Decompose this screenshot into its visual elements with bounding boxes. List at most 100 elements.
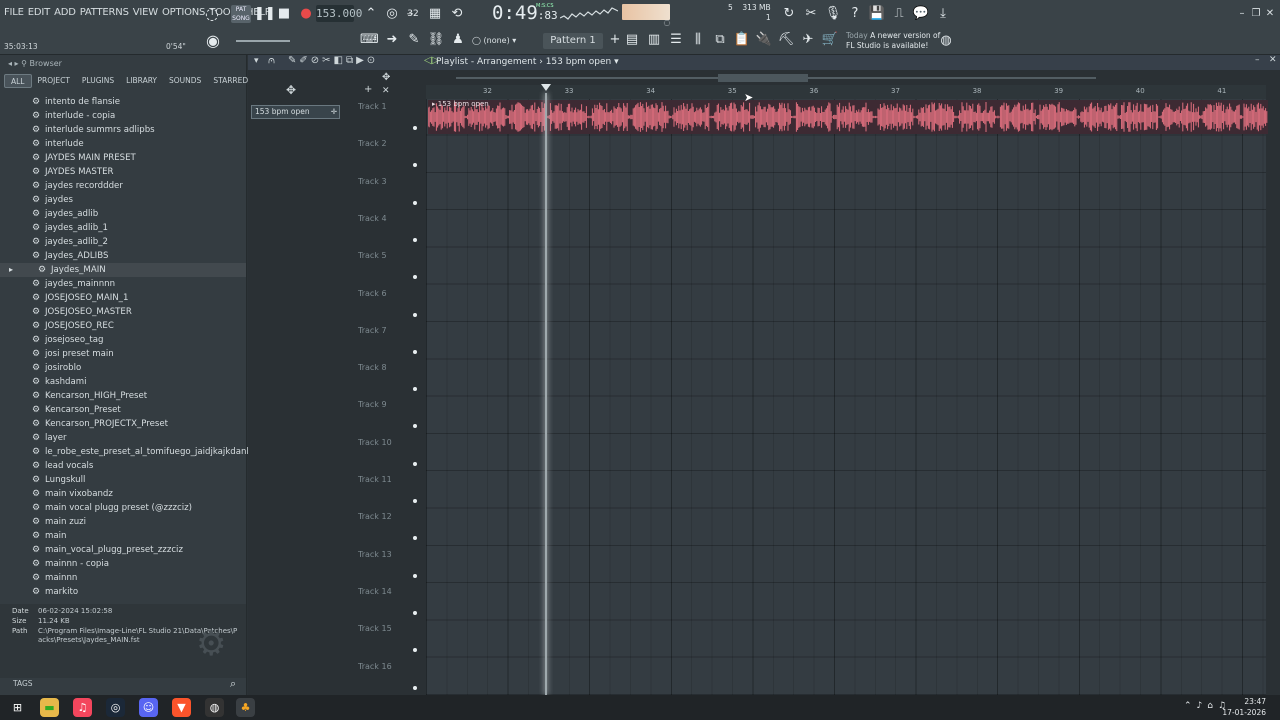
list-item[interactable]: ⚙ jaydes_mainnnn: [0, 277, 246, 291]
track-mute-dot[interactable]: [413, 424, 417, 429]
maximize-icon[interactable]: ❐: [1250, 8, 1262, 20]
file-explorer-icon[interactable]: ▬: [40, 698, 59, 717]
main-pitch-knob[interactable]: ◉: [204, 32, 222, 50]
list-item[interactable]: ⚙ interlude: [0, 137, 246, 151]
app-icon[interactable]: ◍: [205, 698, 224, 717]
tab-library[interactable]: LIBRARY: [120, 74, 163, 88]
track-mute-dot[interactable]: [413, 275, 417, 280]
mixer-icon[interactable]: ⫼: [689, 31, 707, 49]
playlist-tools[interactable]: ✎✐⊘✂◧⧉▶⊙: [288, 55, 378, 66]
track-mute-dot[interactable]: [413, 685, 417, 690]
plugin-database-icon[interactable]: ✈: [799, 31, 817, 49]
list-item[interactable]: ⚙ josi preset main: [0, 347, 246, 361]
list-item[interactable]: ⚙ main zuzi: [0, 515, 246, 529]
track-header[interactable]: Track 11: [356, 472, 422, 509]
list-item[interactable]: ▸ ⚙ Jaydes_MAIN: [0, 263, 246, 277]
expand-arrow-icon[interactable]: ▸: [9, 263, 13, 277]
list-item[interactable]: ⚙ Kencarson_HIGH_Preset: [0, 389, 246, 403]
help-icon[interactable]: ?: [846, 5, 864, 23]
system-clock[interactable]: 23:47 17-01-2026: [1222, 696, 1266, 718]
track-mute-dot[interactable]: [413, 126, 417, 130]
step-edit-icon[interactable]: ▦: [426, 5, 444, 23]
discord-icon[interactable]: ☺: [139, 698, 158, 717]
list-item[interactable]: ⚙ jaydes_adlib_2: [0, 235, 246, 249]
list-item[interactable]: ⚙ Kencarson_PROJECTX_Preset: [0, 417, 246, 431]
channel-selector[interactable]: ◯ (none) ▾: [472, 34, 532, 48]
track-header[interactable]: Track 16: [356, 659, 422, 696]
timeline-ruler[interactable]: 32 33 34 35 36 37 38 39 40 41: [426, 85, 1266, 99]
track-mute-dot[interactable]: [413, 648, 417, 653]
track-header[interactable]: Track 2: [356, 136, 422, 173]
pattern-selector[interactable]: Pattern 1: [543, 33, 603, 49]
list-item[interactable]: ⚙ Lungskull: [0, 473, 246, 487]
scroll-thumb[interactable]: [718, 74, 808, 82]
piano-roll-icon[interactable]: ▥: [645, 31, 663, 49]
list-item[interactable]: ⚙ le_robe_este_preset_al_tomifuego_jaidjk…: [0, 445, 272, 459]
playhead[interactable]: [545, 93, 547, 695]
list-item[interactable]: ⚙ mainnn - copia: [0, 557, 246, 571]
save-icon[interactable]: 💾: [868, 5, 886, 23]
add-pattern-icon[interactable]: +: [606, 31, 624, 49]
list-item[interactable]: ⚙ markito: [0, 585, 246, 599]
magnet-icon[interactable]: ⩀: [268, 55, 275, 66]
playlist-menu-icon[interactable]: ▾: [254, 56, 259, 66]
playlist-close-icon[interactable]: ✕: [1269, 55, 1277, 65]
list-item[interactable]: ⚙ main_vocal_plugg_preset_zzzciz: [0, 543, 246, 557]
track-header[interactable]: Track 13: [356, 547, 422, 584]
list-item[interactable]: ⚙ jaydes recorddder: [0, 179, 246, 193]
track-mute-dot[interactable]: [413, 200, 417, 205]
list-item[interactable]: ⚙ Jaydes_ADLIBS: [0, 249, 246, 263]
globe-icon[interactable]: ◍: [937, 32, 955, 50]
music-app-icon[interactable]: ♫: [73, 698, 92, 717]
list-item[interactable]: ⚙ JOSEJOSEO_MASTER: [0, 305, 246, 319]
track-mute-dot[interactable]: [413, 349, 417, 354]
countdown-icon[interactable]: 3̶2: [404, 5, 422, 23]
list-item[interactable]: ⚙ jaydes: [0, 193, 246, 207]
track-header[interactable]: Track 8: [356, 360, 422, 397]
list-item[interactable]: ⚙ main vocal plugg preset (@zzzciz): [0, 501, 246, 515]
track-header[interactable]: Track 3: [356, 174, 422, 211]
menu-add[interactable]: ADD: [54, 7, 76, 18]
metronome-icon[interactable]: ⌃: [362, 5, 380, 23]
list-item[interactable]: ⚙ intento de flansie: [0, 95, 246, 109]
search-icon[interactable]: ⌕: [230, 677, 236, 691]
track-mute-dot[interactable]: [413, 312, 417, 317]
project-tree-icon[interactable]: ⧉: [711, 31, 729, 49]
track-header[interactable]: Track 9: [356, 397, 422, 434]
list-item[interactable]: ⚙ jaydes_adlib_1: [0, 221, 246, 235]
tab-project[interactable]: PROJECT: [32, 74, 76, 88]
tab-all[interactable]: ALL: [4, 74, 32, 88]
track-mute-dot[interactable]: [413, 536, 417, 541]
record-icon[interactable]: ●: [297, 5, 315, 23]
track-mute-dot[interactable]: [413, 573, 417, 578]
wait-input-icon[interactable]: ◎: [383, 5, 401, 23]
update-notice[interactable]: Today A newer version of FL Studio is av…: [846, 31, 940, 51]
menu-view[interactable]: VIEW: [133, 7, 158, 18]
menu-options[interactable]: OPTIONS: [162, 7, 205, 18]
refresh-icon[interactable]: ↻: [780, 5, 798, 23]
pause-icon[interactable]: ❚❚: [254, 5, 276, 23]
track-header[interactable]: Track 12: [356, 509, 422, 546]
zoom-icon[interactable]: ✥: [382, 72, 390, 83]
list-item[interactable]: ⚙ interlude - copia: [0, 109, 246, 123]
list-item[interactable]: ⚙ josiroblo: [0, 361, 246, 375]
track-header[interactable]: Track 4: [356, 211, 422, 248]
track-header[interactable]: Track 5: [356, 248, 422, 285]
menu-file[interactable]: FILE: [4, 7, 24, 18]
track-header[interactable]: Track 1: [356, 99, 422, 136]
track-header[interactable]: Track 6: [356, 286, 422, 323]
stamp-icon[interactable]: ♟: [449, 31, 467, 49]
playhead-marker[interactable]: [541, 84, 551, 91]
track-mute-dot[interactable]: [413, 499, 417, 503]
menu-patterns[interactable]: PATTERNS: [80, 7, 129, 18]
pattern-picker-item[interactable]: 153 bpm open ✛: [251, 105, 340, 119]
list-item[interactable]: ⚙ JAYDES MASTER: [0, 165, 246, 179]
tab-plugins[interactable]: PLUGINS: [76, 74, 120, 88]
playlist-icon[interactable]: ▤: [623, 31, 641, 49]
arrow-right-icon[interactable]: ➜: [383, 31, 401, 49]
track-header[interactable]: Track 14: [356, 584, 422, 621]
plugin-icon[interactable]: 🔌: [755, 31, 773, 49]
tools-icon[interactable]: ✂: [802, 5, 820, 23]
list-item[interactable]: ⚙ josejoseo_tag: [0, 333, 246, 347]
list-item[interactable]: ⚙ jaydes_adlib: [0, 207, 246, 221]
